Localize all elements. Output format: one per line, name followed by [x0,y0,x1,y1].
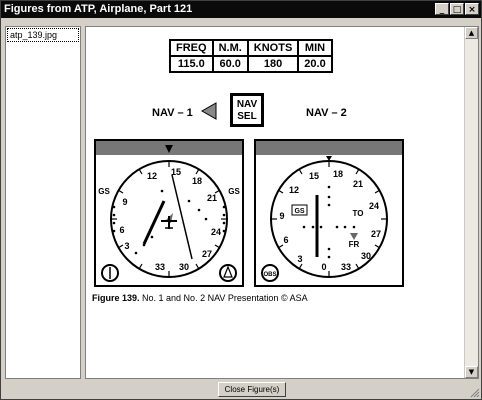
maximize-button[interactable]: □ [450,3,464,15]
nav1-card-label: 18 [192,176,202,186]
nav1-card-label: 9 [122,197,127,207]
table-cell: 115.0 [169,55,214,73]
nav1-card-label: 12 [147,171,157,181]
frequency-table: FREQ N.M. KNOTS MIN 115.0 60.0 180 20.0 [169,39,333,73]
nav1-instrument: 12 15 18 21 24 27 30 33 3 6 9 GS GS [94,139,244,287]
nav1-card-label: 30 [179,262,189,272]
minimize-button[interactable]: _ [435,3,449,15]
nav-select-box: NAV SEL [230,93,264,127]
nav2-label: NAV – 2 [306,107,347,119]
scroll-up-arrow-icon[interactable]: ▲ [465,27,478,39]
resize-grip-icon[interactable] [470,388,480,398]
nav-select-arrow-icon [200,102,217,120]
nav2-card-label: 24 [369,201,379,211]
table-cell: 60.0 [211,55,249,73]
nav2-card-label: 33 [341,262,351,272]
nav2-gs-flag: GS [294,208,304,215]
nav2-card-label: 15 [309,171,319,181]
nav2-card-label: 0 [321,262,326,272]
figure-viewer: FREQ N.M. KNOTS MIN 115.0 60.0 180 20.0 … [85,26,479,379]
figures-window: Figures from ATP, Airplane, Part 121 _ □… [0,0,482,400]
nav1-card-label: 21 [207,193,217,203]
figure-list-item[interactable]: atp_139.jpg [7,28,79,42]
table-header: N.M. [211,39,249,57]
caption-figure-number: Figure 139. [92,293,140,303]
footer-bar: Close Figure(s) [1,379,481,399]
table-header: FREQ [169,39,214,57]
window-title: Figures from ATP, Airplane, Part 121 [4,3,193,15]
nav2-card-label: 3 [297,254,302,264]
nav2-card-label: 9 [279,211,284,221]
figure-list[interactable]: atp_139.jpg [5,26,81,379]
table-cell: 20.0 [297,55,333,73]
navsel-line2: SEL [237,111,257,122]
nav1-card-label: 3 [124,241,129,251]
table-header: MIN [297,39,333,57]
nav2-card-label: 12 [289,185,299,195]
nav2-instrument: 15 18 21 24 27 30 33 0 3 6 9 12 TO FR GS [254,139,404,287]
caption-text: No. 1 and No. 2 NAV Presentation © ASA [139,293,308,303]
nav2-card-label: 30 [361,251,371,261]
close-window-button[interactable]: × [465,3,479,15]
nav1-card-label: 24 [211,227,221,237]
nav2-fr-label: FR [349,240,360,249]
nav1-card-label: 33 [155,262,165,272]
nav2-obs-knob: OBS [263,272,276,278]
nav2-card-label: 18 [333,169,343,179]
nav1-card-label: 6 [119,225,124,235]
scroll-down-arrow-icon[interactable]: ▼ [465,366,478,378]
nav1-label: NAV – 1 [152,107,193,119]
navsel-line1: NAV [236,99,258,110]
nav2-card-label: 27 [371,229,381,239]
title-bar[interactable]: Figures from ATP, Airplane, Part 121 _ □… [1,1,481,18]
nav2-to-label: TO [353,209,364,218]
nav1-gs-left: GS [98,187,110,196]
nav2-card-label: 21 [353,179,363,189]
nav2-card-label: 6 [283,235,288,245]
close-figures-button[interactable]: Close Figure(s) [218,382,286,397]
table-cell: 180 [246,55,300,73]
table-header: KNOTS [246,39,300,57]
nav1-card-label: 27 [202,249,212,259]
viewer-scrollbar[interactable]: ▲ ▼ [464,27,478,378]
figure-caption: Figure 139. No. 1 and No. 2 NAV Presenta… [92,293,308,303]
nav1-gs-right: GS [228,187,240,196]
